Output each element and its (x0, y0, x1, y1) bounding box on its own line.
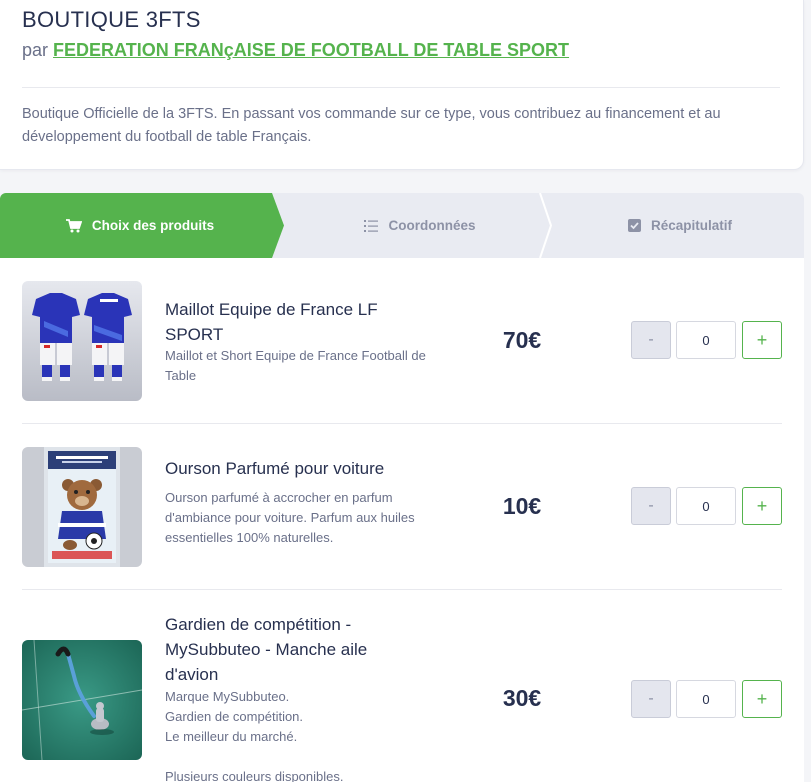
increase-quantity-button[interactable]: + (742, 680, 782, 718)
quantity-stepper: - 0 + (631, 321, 782, 359)
product-row: Gardien de compétition - MySubbuteo - Ma… (0, 590, 804, 782)
quantity-stepper: - 0 + (631, 680, 782, 718)
product-row: Maillot Equipe de France LF SPORT Maillo… (0, 258, 804, 424)
product-image-goalkeeper[interactable] (22, 640, 142, 760)
cart-icon (65, 218, 82, 233)
checkout-steps: Choix des produits Coordonnées Récapitul… (0, 193, 804, 258)
product-description: Ourson parfumé à accrocher en parfum d'a… (165, 490, 415, 545)
organization-link[interactable]: FEDERATION FRANçAISE DE FOOTBALL DE TABL… (53, 40, 569, 60)
quantity-input[interactable]: 0 (676, 680, 736, 718)
shop-title: BOUTIQUE 3FTS (22, 7, 201, 32)
product-name: Gardien de compétition - MySubbuteo - Ma… (165, 615, 368, 684)
product-row: Ourson Parfumé pour voiture Ourson parfu… (0, 424, 804, 590)
step-label: Coordonnées (388, 218, 476, 233)
by-prefix: par (22, 40, 49, 60)
increase-quantity-button[interactable]: + (742, 321, 782, 359)
step-product-choice[interactable]: Choix des produits (40, 193, 240, 258)
product-price: 30€ (502, 685, 542, 711)
organizer-line: par FEDERATION FRANçAISE DE FOOTBALL DE … (22, 40, 569, 61)
quantity-input[interactable]: 0 (676, 321, 736, 359)
step-contact-details[interactable]: Coordonnées (300, 193, 540, 258)
product-list: Maillot Equipe de France LF SPORT Maillo… (0, 258, 804, 782)
product-price: 70€ (502, 327, 542, 353)
step-separator (539, 193, 553, 258)
product-price: 10€ (502, 493, 542, 519)
step-label: Choix des produits (91, 218, 215, 233)
checkbox-icon (627, 219, 641, 232)
quantity-stepper: - 0 + (631, 487, 782, 525)
product-image-jersey[interactable] (22, 281, 142, 401)
decrease-quantity-button[interactable]: - (631, 321, 671, 359)
product-description: Marque MySubbuteo. Gardien de compétitio… (165, 689, 344, 782)
step-summary[interactable]: Récapitulatif (560, 193, 800, 258)
list-icon (364, 219, 379, 232)
shop-description: Boutique Officielle de la 3FTS. En passa… (22, 106, 721, 145)
product-name: Ourson Parfumé pour voiture (165, 459, 385, 478)
product-name: Maillot Equipe de France LF SPORT (165, 300, 378, 344)
decrease-quantity-button[interactable]: - (631, 680, 671, 718)
product-description: Maillot et Short Equipe de France Footba… (165, 348, 426, 383)
decrease-quantity-button[interactable]: - (631, 487, 671, 525)
increase-quantity-button[interactable]: + (742, 487, 782, 525)
product-image-bear[interactable] (22, 447, 142, 567)
quantity-input[interactable]: 0 (676, 487, 736, 525)
shop-header-card: BOUTIQUE 3FTS par FEDERATION FRANçAISE D… (0, 0, 804, 170)
step-label: Récapitulatif (650, 218, 732, 233)
header-divider (22, 87, 780, 88)
